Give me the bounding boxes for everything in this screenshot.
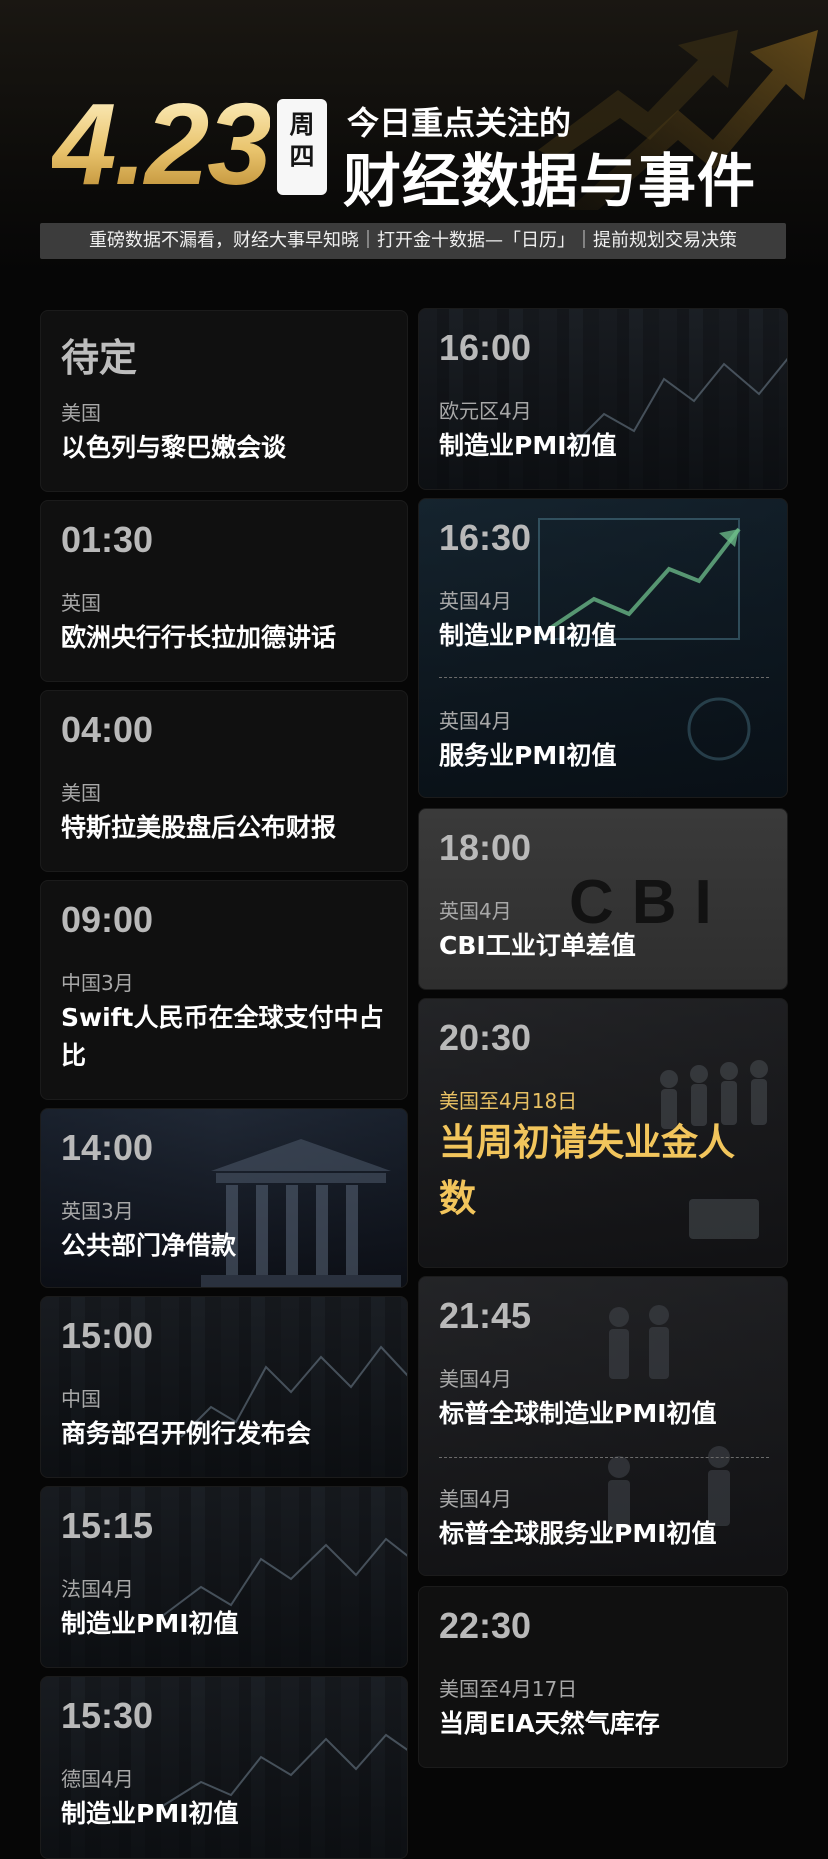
- weekday-badge: 周四: [277, 99, 327, 195]
- event-region: 美国至4月18日: [439, 1089, 578, 1113]
- event-region: 欧元区4月: [439, 399, 532, 423]
- event-title: 特斯拉美股盘后公布财报: [61, 813, 337, 842]
- event-region: 英国4月: [439, 709, 512, 733]
- event-time: 14:00: [61, 1127, 154, 1168]
- item-divider: [439, 677, 769, 678]
- event-title: Swift人民币在全球支付中占比: [61, 1003, 384, 1070]
- event-title: 以色列与黎巴嫩会谈: [61, 433, 287, 462]
- event-card[interactable]: 15:00 中国 商务部召开例行发布会: [40, 1296, 408, 1478]
- event-time: 15:00: [61, 1315, 154, 1356]
- event-card[interactable]: 15:15 法国4月 制造业PMI初值: [40, 1486, 408, 1668]
- event-card-highlight[interactable]: 20:30 美国至4月18日 当周初请失业金人数: [418, 998, 788, 1268]
- event-region: 英国3月: [61, 1199, 134, 1223]
- event-region: 英国4月: [439, 589, 512, 613]
- event-region: 英国4月: [439, 899, 512, 923]
- event-title: 服务业PMI初值: [439, 741, 617, 770]
- event-title: CBI工业订单差值: [439, 931, 636, 960]
- event-card[interactable]: 16:30 英国4月 制造业PMI初值 英国4月 服务业PMI初值: [418, 498, 788, 798]
- event-card[interactable]: 04:00 美国 特斯拉美股盘后公布财报: [40, 690, 408, 872]
- header: 4.23 周四 今日重点关注的 财经数据与事件 重磅数据不漏看，财经大事早知晓｜…: [0, 0, 828, 275]
- date-label: 4.23: [52, 79, 272, 209]
- event-region: 美国至4月17日: [439, 1677, 578, 1701]
- event-time: 待定: [61, 336, 138, 380]
- event-title: 制造业PMI初值: [61, 1799, 239, 1828]
- event-time: 04:00: [61, 709, 154, 750]
- event-time: 16:00: [439, 327, 532, 368]
- event-title: 欧洲央行行长拉加德讲话: [61, 623, 337, 652]
- event-region: 中国3月: [61, 971, 134, 995]
- event-region: 法国4月: [61, 1577, 134, 1601]
- event-region: 美国4月: [439, 1367, 512, 1391]
- event-title: 制造业PMI初值: [61, 1609, 239, 1638]
- weekday-label: 周四: [289, 110, 315, 171]
- event-title: 标普全球制造业PMI初值: [439, 1399, 717, 1428]
- event-region: 英国: [61, 591, 101, 615]
- event-title: 标普全球服务业PMI初值: [439, 1519, 717, 1548]
- event-card[interactable]: 待定 美国 以色列与黎巴嫩会谈: [40, 310, 408, 492]
- event-card[interactable]: 21:45 美国4月 标普全球制造业PMI初值 美国4月 标普全球服务业PMI初…: [418, 1276, 788, 1576]
- event-title: 当周初请失业金人数: [439, 1121, 735, 1220]
- event-title: 制造业PMI初值: [439, 621, 617, 650]
- item-divider: [439, 1457, 769, 1458]
- event-title: 制造业PMI初值: [439, 431, 617, 460]
- event-region: 中国: [61, 1387, 101, 1411]
- event-time: 15:30: [61, 1695, 154, 1736]
- event-time: 16:30: [439, 517, 532, 558]
- event-card[interactable]: 09:00 中国3月 Swift人民币在全球支付中占比: [40, 880, 408, 1100]
- event-card[interactable]: 14:00 英国3月 公共部门净借款: [40, 1108, 408, 1288]
- event-title: 商务部召开例行发布会: [61, 1419, 312, 1448]
- event-time: 15:15: [61, 1505, 154, 1546]
- event-card[interactable]: 01:30 英国 欧洲央行行长拉加德讲话: [40, 500, 408, 682]
- event-region: 美国: [61, 401, 101, 425]
- event-time: 21:45: [439, 1295, 532, 1336]
- event-region: 美国4月: [439, 1487, 512, 1511]
- event-card[interactable]: 16:00 欧元区4月 制造业PMI初值: [418, 308, 788, 490]
- event-card[interactable]: CBI 18:00 英国4月 CBI工业订单差值: [418, 808, 788, 990]
- event-time: 18:00: [439, 827, 532, 868]
- event-region: 德国4月: [61, 1767, 134, 1791]
- event-time: 09:00: [61, 899, 154, 940]
- event-card[interactable]: 15:30 德国4月 制造业PMI初值: [40, 1676, 408, 1859]
- event-region: 美国: [61, 781, 101, 805]
- event-time: 01:30: [61, 519, 154, 560]
- event-time: 22:30: [439, 1605, 532, 1646]
- event-title: 当周EIA天然气库存: [439, 1709, 660, 1738]
- tagline-banner: 重磅数据不漏看，财经大事早知晓｜打开金十数据—「日历」｜提前规划交易决策: [40, 223, 786, 259]
- headline-title: 财经数据与事件: [343, 147, 757, 215]
- event-card[interactable]: 22:30 美国至4月17日 当周EIA天然气库存: [418, 1586, 788, 1768]
- event-time: 20:30: [439, 1017, 532, 1058]
- event-title: 公共部门净借款: [61, 1231, 237, 1260]
